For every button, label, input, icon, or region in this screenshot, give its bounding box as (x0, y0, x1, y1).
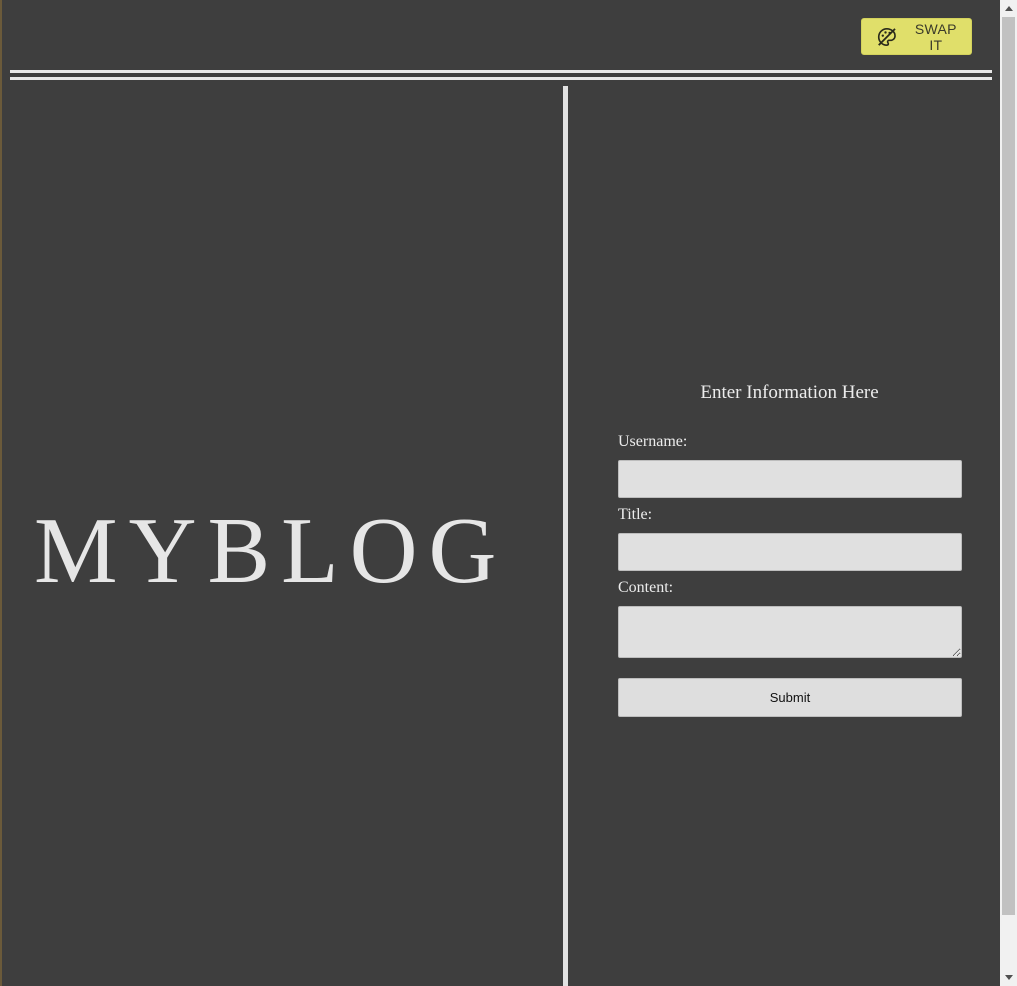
blog-title-panel: MYBLOG (10, 86, 562, 986)
scroll-up-icon[interactable] (1000, 0, 1017, 17)
swap-theme-button[interactable]: SWAP IT (861, 18, 972, 55)
palette-off-icon (877, 27, 896, 46)
blog-title: MYBLOG (34, 499, 508, 603)
title-label: Title: (618, 506, 653, 523)
username-label: Username: (618, 433, 688, 450)
header-divider-bottom (10, 77, 992, 80)
app-window: SWAP IT MYBLOG Enter Information Here Us… (0, 0, 1017, 986)
scroll-thumb[interactable] (1002, 17, 1015, 915)
username-field[interactable] (618, 460, 962, 498)
title-field[interactable] (618, 533, 962, 571)
window-edge (0, 0, 2, 986)
submit-button[interactable]: Submit (618, 678, 962, 717)
post-form: Enter Information Here Username: Title: … (568, 86, 1000, 986)
content-label: Content: (618, 579, 674, 596)
scroll-down-icon[interactable] (1000, 969, 1017, 986)
header-divider-top (10, 70, 992, 73)
swap-button-label: SWAP IT (914, 20, 957, 53)
vertical-scrollbar[interactable] (1000, 0, 1017, 986)
content-field[interactable] (618, 606, 962, 658)
form-heading: Enter Information Here (700, 382, 879, 403)
